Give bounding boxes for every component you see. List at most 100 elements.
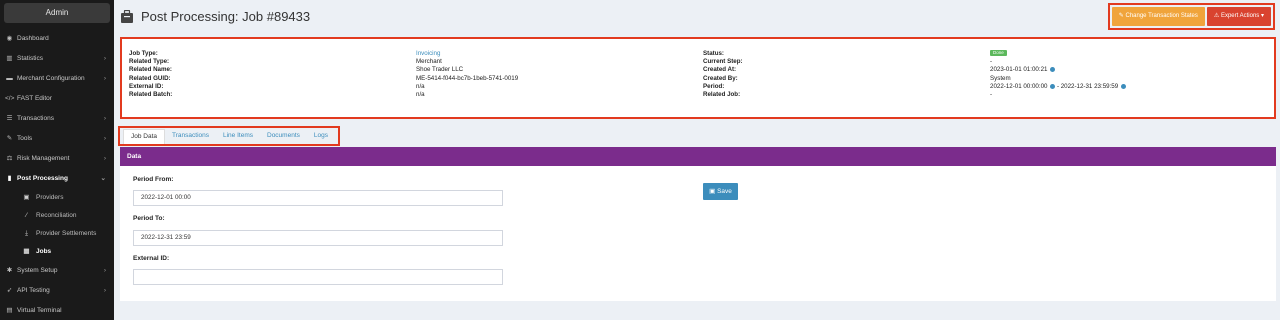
- download-icon: ⤓: [25, 230, 28, 237]
- edit-icon: ✎: [1118, 13, 1124, 19]
- header-actions: ✎ Change Transaction States ⚠ Expert Act…: [1107, 3, 1275, 30]
- info-left-labels: Job Type: Related Type: Related Name: Re…: [129, 50, 172, 99]
- created-at-value: 2023-01-01 01:00:21: [990, 66, 1048, 74]
- globe-icon: [1120, 83, 1126, 89]
- external-id-value: n/a: [416, 82, 425, 90]
- rocket-icon: ➶: [6, 287, 13, 294]
- sidebar-item-label: Merchant Configuration: [17, 75, 85, 82]
- briefcase-icon: [121, 10, 133, 23]
- expert-actions-button[interactable]: ⚠ Expert Actions ▾: [1206, 7, 1271, 26]
- magic-icon: ⁄: [25, 212, 28, 219]
- sidebar-item-system-setup[interactable]: ✱ System Setup ›: [0, 261, 114, 281]
- sidebar-subitem-jobs[interactable]: ▦ Jobs: [0, 243, 114, 261]
- period-label: Period:: [703, 82, 725, 90]
- tab-logs[interactable]: Logs: [307, 129, 335, 144]
- sidebar-subitem-label: Reconciliation: [36, 212, 77, 219]
- sidebar-subitem-reconciliation[interactable]: ⁄ Reconciliation: [0, 207, 114, 225]
- sidebar-item-post-processing[interactable]: ▮ Post Processing ⌄: [0, 169, 114, 189]
- change-transaction-states-label: Change Transaction States: [1125, 13, 1198, 19]
- period-to-input[interactable]: 2022-12-31 23:59: [133, 230, 503, 246]
- related-batch-value: n/a: [416, 90, 425, 98]
- change-transaction-states-button[interactable]: ✎ Change Transaction States: [1111, 7, 1205, 26]
- chevron-right-icon: ›: [103, 155, 106, 162]
- external-id-label: External ID:: [129, 82, 164, 90]
- sidebar: Admin ◉ Dashboard ▥ Statistics › ▬ Merch…: [0, 0, 114, 320]
- admin-label: Admin: [45, 8, 69, 17]
- created-by-value: System: [990, 74, 1011, 82]
- related-name-label: Related Name:: [129, 66, 172, 74]
- tab-transactions[interactable]: Transactions: [165, 129, 216, 144]
- caret-down-icon: ▾: [1260, 13, 1264, 19]
- save-label: Save: [717, 188, 732, 195]
- chevron-right-icon: ›: [103, 267, 106, 274]
- file-icon: ▮: [7, 175, 12, 182]
- sidebar-subitem-provider-settlements[interactable]: ⤓ Provider Settlements: [0, 225, 114, 243]
- period-from-label: Period From:: [133, 176, 174, 183]
- current-step-label: Current Step:: [703, 58, 743, 66]
- list-icon: ☰: [6, 115, 13, 122]
- tab-line-items[interactable]: Line Items: [216, 129, 260, 144]
- section-header: Data: [120, 147, 1276, 166]
- sidebar-item-label: API Testing: [17, 287, 50, 294]
- globe-icon: [1050, 67, 1056, 73]
- period-to-value: 2022-12-31 23:59:59: [1060, 82, 1119, 90]
- save-button[interactable]: ▣ Save: [703, 183, 738, 200]
- page-header: Post Processing: Job #89433 ✎ Change Tra…: [114, 0, 1280, 34]
- related-guid-value: ME-5414-f044-bc7b-1beb-5741-0019: [416, 74, 519, 82]
- sidebar-item-label: Risk Management: [17, 155, 70, 162]
- sidebar-item-api-testing[interactable]: ➶ API Testing ›: [0, 281, 114, 301]
- created-by-label: Created By:: [703, 74, 738, 82]
- sidebar-item-transactions[interactable]: ☰ Transactions ›: [0, 109, 114, 129]
- sidebar-item-dashboard[interactable]: ◉ Dashboard: [0, 29, 114, 49]
- related-job-value: -: [990, 90, 993, 98]
- expert-actions-label: Expert Actions: [1220, 13, 1260, 19]
- status-label: Status:: [703, 50, 724, 57]
- info-right-values: Done - 2023-01-01 01:00:21 System 2022-1…: [990, 50, 1126, 99]
- sidebar-subitem-label: Jobs: [36, 248, 52, 255]
- sidebar-item-label: System Setup: [17, 267, 58, 274]
- chevron-right-icon: ›: [103, 55, 106, 62]
- chevron-down-icon: ⌄: [100, 175, 106, 182]
- related-guid-label: Related GUID:: [129, 74, 171, 82]
- sidebar-item-label: Transactions: [17, 115, 54, 122]
- chevron-right-icon: ›: [103, 135, 106, 142]
- warning-icon: ⚠: [1213, 13, 1220, 19]
- related-batch-label: Related Batch:: [129, 90, 173, 98]
- sidebar-item-virtual-terminal[interactable]: ▤ Virtual Terminal: [0, 301, 114, 320]
- wrench-icon: ✎: [6, 135, 13, 142]
- job-data-panel: Data Period From: 2022-12-01 00:00 Perio…: [120, 147, 1276, 301]
- sidebar-subitem-providers[interactable]: ▣ Providers: [0, 189, 114, 207]
- external-id-input[interactable]: [133, 269, 503, 285]
- chevron-right-icon: ›: [103, 75, 106, 82]
- job-type-link[interactable]: Invoicing: [416, 50, 518, 58]
- job-tabs: Job Data Transactions Line Items Documen…: [118, 126, 340, 146]
- sidebar-item-label: Statistics: [17, 55, 44, 62]
- info-left-values: Invoicing Merchant Shoe Trader LLC ME-54…: [416, 50, 518, 99]
- provider-icon: ▣: [23, 194, 30, 201]
- sidebar-item-tools[interactable]: ✎ Tools ›: [0, 129, 114, 149]
- sidebar-item-label: Virtual Terminal: [17, 307, 62, 314]
- sidebar-item-fast-editor[interactable]: </> FAST Editor: [0, 89, 114, 109]
- calculator-icon: ▤: [6, 307, 13, 314]
- page-title: Post Processing: Job #89433: [121, 9, 310, 24]
- globe-icon: [1050, 83, 1056, 89]
- sidebar-subitem-label: Providers: [36, 194, 64, 201]
- gear-icon: ✱: [6, 267, 13, 274]
- code-icon: </>: [5, 95, 15, 102]
- period-from-input[interactable]: 2022-12-01 00:00: [133, 190, 503, 206]
- external-id-field-label: External ID:: [133, 255, 170, 262]
- sidebar-item-label: Tools: [17, 135, 33, 142]
- card-icon: ▬: [6, 75, 13, 82]
- tab-documents[interactable]: Documents: [260, 129, 307, 144]
- sidebar-item-merchant-configuration[interactable]: ▬ Merchant Configuration ›: [0, 69, 114, 89]
- chevron-right-icon: ›: [103, 115, 106, 122]
- sidebar-item-statistics[interactable]: ▥ Statistics ›: [0, 49, 114, 69]
- tab-job-data[interactable]: Job Data: [123, 129, 166, 144]
- sidebar-item-label: Dashboard: [17, 35, 49, 42]
- info-right-labels: Status: Current Step: Created At: Create…: [703, 50, 743, 99]
- admin-user-button[interactable]: Admin: [4, 3, 110, 23]
- sidebar-item-risk-management[interactable]: ⚖ Risk Management ›: [0, 149, 114, 169]
- sidebar-item-label: FAST Editor: [17, 95, 52, 102]
- period-from-value: 2022-12-01 00:00:00: [990, 82, 1048, 90]
- floppy-icon: ▣: [709, 188, 716, 195]
